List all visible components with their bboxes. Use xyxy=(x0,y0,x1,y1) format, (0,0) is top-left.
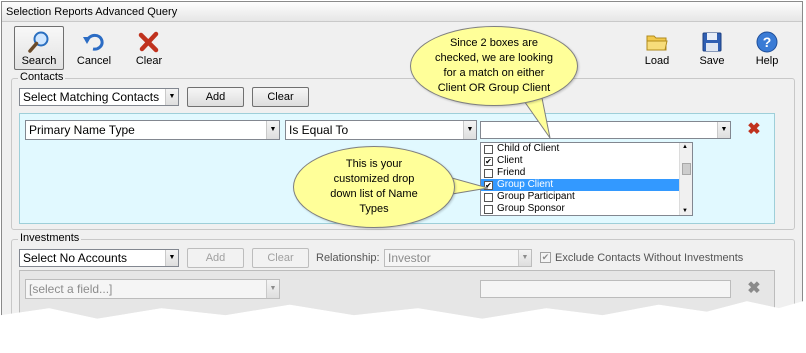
investment-field-placeholder: [select a field...] xyxy=(29,282,113,296)
load-button-label: Load xyxy=(644,55,670,67)
relationship-label: Relationship: xyxy=(316,252,380,264)
delete-investment-criteria-button[interactable]: ✖ xyxy=(744,280,764,298)
criteria-operator-select[interactable]: Is Equal To ▼ xyxy=(285,120,477,140)
chevron-down-icon: ▼ xyxy=(518,250,531,266)
name-type-option[interactable]: Group Sponsor xyxy=(481,203,692,215)
delete-criteria-button[interactable]: ✖ xyxy=(744,121,764,139)
criteria-field-select[interactable]: Primary Name Type ▼ xyxy=(25,120,280,140)
top-callout-text: Since 2 boxes are checked, we are lookin… xyxy=(435,36,553,96)
name-type-label: Group Participant xyxy=(497,191,575,202)
top-callout-line: Since 2 boxes are xyxy=(449,37,539,49)
investments-clear-button[interactable]: Clear xyxy=(252,248,309,268)
left-callout-line: customized drop xyxy=(333,173,415,185)
name-type-label: Child of Client xyxy=(497,143,560,154)
search-button-label: Search xyxy=(21,55,57,67)
relationship-select[interactable]: Investor ▼ xyxy=(384,249,532,267)
left-callout-line: down list of Name xyxy=(330,188,418,200)
top-callout-line: Client OR Group Client xyxy=(437,82,551,94)
investments-add-button[interactable]: Add xyxy=(187,248,244,268)
name-type-option[interactable]: ✔ Group Client xyxy=(481,179,692,191)
toolbar: Search Cancel Clear Load Save ? Help xyxy=(2,23,802,71)
undo-arrow-icon xyxy=(83,33,104,51)
name-type-items: Child of Client ✔ Client Friend ✔ Group Clien… xyxy=(481,143,692,215)
gray-x-icon: ✖ xyxy=(747,280,761,297)
name-type-checkbox[interactable] xyxy=(484,169,493,178)
name-type-label: Group Sponsor xyxy=(497,203,565,214)
chevron-down-icon: ▼ xyxy=(463,121,476,139)
clear-button-label: Clear xyxy=(135,55,163,67)
question-circle-icon: ? xyxy=(756,31,778,53)
folder-icon xyxy=(646,35,668,51)
accounts-select[interactable]: Select No Accounts ▼ xyxy=(19,249,179,267)
investment-value-field[interactable] xyxy=(480,280,731,298)
chevron-down-icon: ▼ xyxy=(165,89,178,105)
top-callout: Since 2 boxes are checked, we are lookin… xyxy=(410,26,578,106)
name-type-label: Friend xyxy=(497,167,526,178)
name-type-label: Client xyxy=(497,155,523,166)
scroll-down-icon[interactable]: ▼ xyxy=(682,208,688,214)
name-type-checkbox[interactable] xyxy=(484,205,493,214)
name-type-checkbox[interactable]: ✔ xyxy=(484,157,493,166)
criteria-field-value: Primary Name Type xyxy=(29,123,135,137)
chevron-down-icon: ▼ xyxy=(717,122,730,138)
name-type-option[interactable]: ✔ Client xyxy=(481,155,692,167)
scroll-thumb[interactable] xyxy=(682,163,691,175)
help-button-label: Help xyxy=(755,55,779,67)
left-callout-line: Types xyxy=(359,203,389,215)
contacts-add-button[interactable]: Add xyxy=(187,87,244,107)
floppy-disk-icon xyxy=(702,32,722,52)
criteria-value-select[interactable]: ▼ xyxy=(480,121,731,139)
help-button[interactable]: ? Help xyxy=(742,26,792,70)
relationship-value: Investor xyxy=(388,251,431,265)
matching-contacts-value: Select Matching Contacts xyxy=(23,90,160,104)
chevron-down-icon: ▼ xyxy=(165,250,178,266)
red-x-icon: ✖ xyxy=(747,121,761,138)
name-type-option[interactable]: Group Participant xyxy=(481,191,692,203)
investments-legend: Investments xyxy=(18,232,82,244)
cancel-button-label: Cancel xyxy=(76,55,112,67)
scroll-up-icon[interactable]: ▲ xyxy=(682,144,688,150)
name-type-option[interactable]: Child of Client xyxy=(481,143,692,155)
save-button[interactable]: Save xyxy=(687,26,737,70)
search-button[interactable]: Search xyxy=(14,26,64,70)
save-button-label: Save xyxy=(699,55,725,67)
cancel-button[interactable]: Cancel xyxy=(69,26,119,70)
clear-button[interactable]: Clear xyxy=(124,26,174,70)
exclude-contacts-label: Exclude Contacts Without Investments xyxy=(555,252,744,264)
top-callout-line: checked, we are looking xyxy=(434,52,553,64)
name-type-option[interactable]: Friend xyxy=(481,167,692,179)
load-button[interactable]: Load xyxy=(632,26,682,70)
name-type-checkbox[interactable] xyxy=(484,145,493,154)
accounts-select-value: Select No Accounts xyxy=(23,251,128,265)
name-type-label: Group Client xyxy=(497,179,554,190)
name-type-checkbox[interactable] xyxy=(484,193,493,202)
exclude-contacts-checkbox[interactable]: ✔ xyxy=(540,252,551,263)
chevron-down-icon: ▼ xyxy=(266,121,279,139)
chevron-down-icon: ▼ xyxy=(266,280,279,298)
investment-field-select[interactable]: [select a field...] ▼ xyxy=(25,279,280,299)
svg-text:?: ? xyxy=(763,34,772,50)
list-scrollbar[interactable]: ▲ ▼ xyxy=(679,143,692,215)
left-callout-text: This is your customized drop down list o… xyxy=(330,157,417,217)
contacts-legend: Contacts xyxy=(18,71,66,83)
advanced-query-window: Selection Reports Advanced Query Search … xyxy=(1,1,803,319)
top-callout-line: for a match on either xyxy=(443,67,545,79)
window-title: Selection Reports Advanced Query xyxy=(2,2,802,22)
left-callout: This is your customized drop down list o… xyxy=(293,146,455,228)
contacts-clear-button[interactable]: Clear xyxy=(252,87,309,107)
matching-contacts-select[interactable]: Select Matching Contacts ▼ xyxy=(19,88,179,106)
magnifier-icon xyxy=(28,31,49,53)
checkmark-icon: ✔ xyxy=(541,252,550,262)
red-x-icon xyxy=(138,31,159,53)
name-type-checkbox[interactable]: ✔ xyxy=(484,181,493,190)
left-callout-line: This is your xyxy=(345,158,403,170)
name-type-list[interactable]: Child of Client ✔ Client Friend ✔ Group Clien… xyxy=(480,142,693,216)
criteria-operator-value: Is Equal To xyxy=(289,123,349,137)
